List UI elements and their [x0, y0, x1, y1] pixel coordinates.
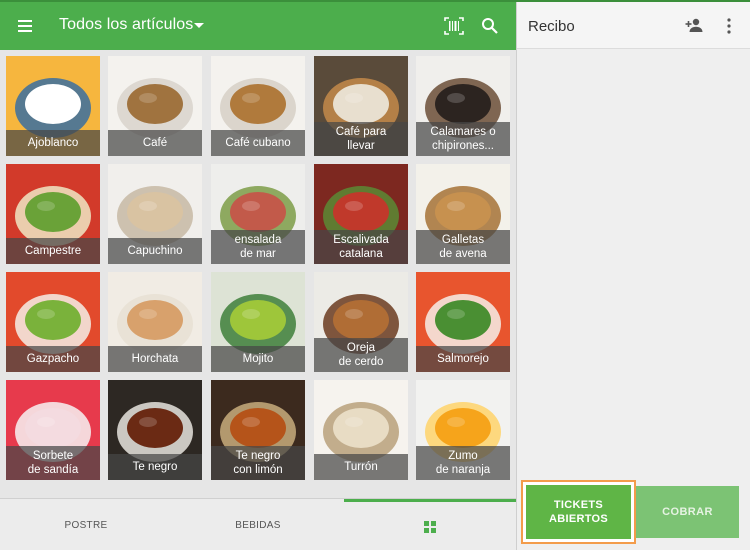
item-label: Te negro con limón — [211, 446, 305, 480]
item-label: Galletas de avena — [416, 230, 510, 264]
receipt-pane: Recibo TICKETS ABIERTOS COBRAR — [517, 2, 750, 550]
item-label: Capuchino — [108, 238, 202, 264]
item-label: Sorbete de sandía — [6, 446, 100, 480]
item-tile[interactable]: Ajoblanco — [6, 56, 100, 156]
item-label: Mojito — [211, 346, 305, 372]
category-tabs: POSTRE BEBIDAS — [0, 498, 516, 550]
dropdown-caret-icon[interactable] — [194, 23, 204, 28]
item-label: ensalada de mar — [211, 230, 305, 264]
item-tile[interactable]: Escalivada catalana — [314, 164, 408, 264]
item-label: Horchata — [108, 346, 202, 372]
item-label: Salmorejo — [416, 346, 510, 372]
item-tile[interactable]: Galletas de avena — [416, 164, 510, 264]
item-tile[interactable]: Te negro con limón — [211, 380, 305, 480]
tab-all-items[interactable] — [344, 499, 516, 550]
item-label: Te negro — [108, 454, 202, 480]
item-tile[interactable]: Sorbete de sandía — [6, 380, 100, 480]
item-label: Café cubano — [211, 130, 305, 156]
item-tile[interactable]: Te negro — [108, 380, 202, 480]
item-tile[interactable]: Oreja de cerdo — [314, 272, 408, 372]
item-tile[interactable]: Capuchino — [108, 164, 202, 264]
item-label: Oreja de cerdo — [314, 338, 408, 372]
receipt-app-bar: Recibo — [517, 2, 750, 49]
item-label: Zumo de naranja — [416, 446, 510, 480]
item-label: Gazpacho — [6, 346, 100, 372]
charge-button[interactable]: COBRAR — [636, 486, 739, 538]
items-pane: Todos los artículos Ajoblanco Café Café cu… — [0, 2, 516, 550]
item-label: Turrón — [314, 454, 408, 480]
item-tile[interactable]: ensalada de mar — [211, 164, 305, 264]
open-tickets-label: TICKETS ABIERTOS — [526, 485, 631, 539]
tab-bebidas[interactable]: BEBIDAS — [172, 499, 344, 550]
more-vert-icon[interactable] — [725, 17, 733, 35]
item-tile[interactable]: Zumo de naranja — [416, 380, 510, 480]
item-tile[interactable]: Salmorejo — [416, 272, 510, 372]
item-label: Campestre — [6, 238, 100, 264]
item-label: Ajoblanco — [6, 130, 100, 156]
receipt-title: Recibo — [528, 18, 575, 35]
item-label: Escalivada catalana — [314, 230, 408, 264]
item-tile[interactable]: Mojito — [211, 272, 305, 372]
barcode-icon[interactable] — [444, 17, 464, 35]
tab-postre[interactable]: POSTRE — [0, 499, 172, 550]
open-tickets-button[interactable]: TICKETS ABIERTOS — [521, 480, 636, 544]
grid-icon — [424, 520, 436, 533]
item-tile[interactable]: Café cubano — [211, 56, 305, 156]
item-tile[interactable]: Turrón — [314, 380, 408, 480]
item-tile[interactable]: Campestre — [6, 164, 100, 264]
item-label: Café para llevar — [314, 122, 408, 156]
item-tile[interactable]: Gazpacho — [6, 272, 100, 372]
item-tile[interactable]: Café para llevar — [314, 56, 408, 156]
item-tile[interactable]: Calamares o chipirones... — [416, 56, 510, 156]
items-app-bar: Todos los artículos — [0, 2, 516, 50]
item-tile[interactable]: Café — [108, 56, 202, 156]
category-selector[interactable]: Todos los artículos — [59, 16, 193, 34]
menu-icon[interactable] — [17, 17, 35, 35]
item-label: Calamares o chipirones... — [416, 122, 510, 156]
item-label: Café — [108, 130, 202, 156]
add-customer-icon[interactable] — [685, 17, 703, 33]
item-tile[interactable]: Horchata — [108, 272, 202, 372]
search-icon[interactable] — [481, 17, 499, 35]
